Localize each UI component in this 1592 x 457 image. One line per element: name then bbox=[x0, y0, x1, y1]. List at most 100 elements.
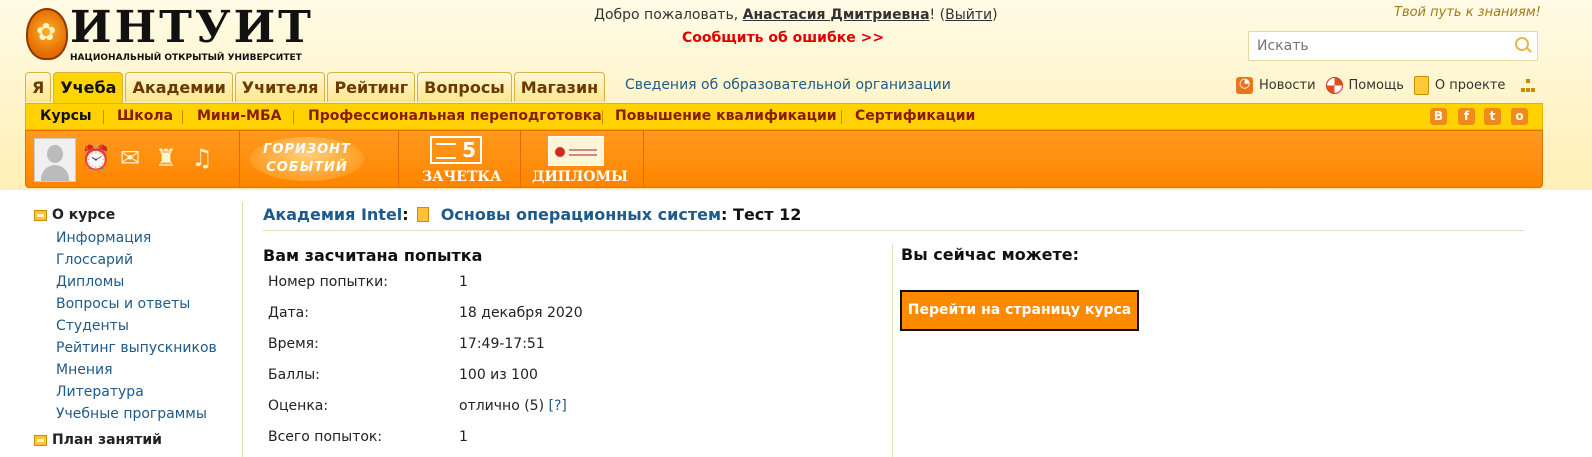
sidebar-item-programs[interactable]: Учебные программы bbox=[56, 403, 240, 425]
breadcrumb-academy[interactable]: Академия Intel bbox=[263, 205, 402, 224]
record-book-icon[interactable]: 5 bbox=[430, 136, 482, 164]
logo-emblem-icon bbox=[26, 8, 68, 60]
diplomas-label[interactable]: ДИПЛОМЫ bbox=[532, 169, 628, 185]
help-label: Помощь bbox=[1348, 78, 1404, 93]
table-row: Оценка: отлично (5) [?] bbox=[264, 390, 587, 421]
tab-academies[interactable]: Академии bbox=[125, 72, 233, 102]
logout-link[interactable]: Выйти bbox=[945, 7, 992, 23]
toolbar-separator bbox=[239, 131, 240, 187]
detail-key: Оценка: bbox=[268, 397, 329, 414]
detail-key: Дата: bbox=[268, 304, 309, 321]
user-toolbar: ⏰ ✉ ♜ ♫ ГОРИЗОНТ СОБЫТИЙ 5 ЗАЧЕТКА ДИПЛО… bbox=[25, 130, 1543, 188]
subnav-retraining[interactable]: Профессиональная переподготовка bbox=[308, 104, 602, 129]
horizon-line1: ГОРИЗОНТ bbox=[263, 142, 351, 157]
search-icon[interactable] bbox=[1515, 37, 1529, 51]
envelope-icon[interactable]: ✉ bbox=[116, 143, 144, 173]
table-row: Всего попыток: 1 bbox=[264, 421, 587, 452]
sidebar-item-glossary[interactable]: Глоссарий bbox=[56, 249, 240, 271]
news-link[interactable]: Новости bbox=[1236, 76, 1316, 94]
about-link[interactable]: О проекте bbox=[1413, 76, 1506, 95]
welcome-prefix: Добро пожаловать, bbox=[594, 7, 739, 23]
subnav-separator bbox=[182, 110, 183, 124]
document-icon bbox=[1413, 76, 1429, 95]
subnav-mini-mba[interactable]: Мини-МБА bbox=[197, 104, 281, 129]
search-input[interactable] bbox=[1249, 32, 1515, 60]
diploma-icon[interactable] bbox=[548, 136, 604, 166]
sidebar-item-students[interactable]: Студенты bbox=[56, 315, 240, 337]
sidebar-item-opinions[interactable]: Мнения bbox=[56, 359, 240, 381]
subnav-separator bbox=[103, 110, 104, 124]
sidebar-section-plan[interactable]: План занятий bbox=[34, 431, 240, 449]
toolbar-separator bbox=[520, 131, 521, 187]
sub-navigation: Курсы Школа Мини-МБА Профессиональная пе… bbox=[25, 103, 1543, 130]
about-label: О проекте bbox=[1434, 78, 1506, 93]
subnav-separator bbox=[293, 110, 294, 124]
subnav-school[interactable]: Школа bbox=[117, 104, 173, 129]
tab-questions[interactable]: Вопросы bbox=[417, 72, 512, 102]
detail-value: 1 bbox=[459, 428, 468, 445]
subnav-separator bbox=[602, 110, 603, 124]
tab-teachers[interactable]: Учителя bbox=[234, 72, 326, 102]
tab-shop[interactable]: Магазин bbox=[513, 72, 606, 102]
breadcrumb-course[interactable]: Основы операционных систем bbox=[441, 205, 721, 224]
main-tabs: Я Учеба Академии Учителя Рейтинг Вопросы… bbox=[25, 72, 606, 103]
facebook-icon[interactable]: f bbox=[1458, 108, 1475, 125]
go-to-course-button[interactable]: Перейти на страницу курса bbox=[900, 290, 1139, 331]
sidebar-divider bbox=[242, 202, 243, 457]
user-name-link[interactable]: Анастасия Дмитриевна bbox=[743, 7, 930, 23]
grade-help-link[interactable]: [?] bbox=[549, 398, 567, 414]
report-error-link[interactable]: Сообщить об ошибке >> bbox=[682, 30, 884, 46]
folder-icon bbox=[34, 209, 47, 221]
sidebar-item-qa[interactable]: Вопросы и ответы bbox=[56, 293, 240, 315]
actions-title: Вы сейчас можете: bbox=[901, 245, 1079, 264]
alarm-clock-icon[interactable]: ⏰ bbox=[81, 143, 111, 173]
sidebar-item-literature[interactable]: Литература bbox=[56, 381, 240, 403]
sitemap-icon[interactable] bbox=[1521, 78, 1536, 93]
bell-icon[interactable]: ♫ bbox=[188, 143, 216, 173]
sidebar-item-diplomas[interactable]: Дипломы bbox=[56, 271, 240, 293]
column-divider bbox=[892, 244, 893, 457]
breadcrumb: Академия Intel: Основы операционных сист… bbox=[263, 205, 801, 224]
breadcrumb-colon: : bbox=[721, 205, 728, 224]
logout-close: ) bbox=[992, 7, 998, 23]
tab-study[interactable]: Учеба bbox=[53, 72, 124, 103]
breadcrumb-test: Тест 12 bbox=[733, 205, 802, 224]
record-book-label[interactable]: ЗАЧЕТКА bbox=[422, 169, 502, 185]
events-horizon-button[interactable]: ГОРИЗОНТ СОБЫТИЙ bbox=[250, 137, 364, 181]
header-right-links: Новости Помощь О проекте bbox=[1236, 76, 1536, 95]
sidebar-item-info[interactable]: Информация bbox=[56, 227, 240, 249]
breadcrumb-colon: : bbox=[402, 205, 409, 224]
breadcrumb-divider bbox=[263, 230, 1524, 231]
subnav-qualification[interactable]: Повышение квалификации bbox=[615, 104, 837, 129]
grade-value: отлично (5) bbox=[459, 397, 545, 414]
gift-icon[interactable]: ♜ bbox=[152, 143, 180, 173]
detail-key: Баллы: bbox=[268, 366, 320, 383]
course-sidebar: О курсе Информация Глоссарий Дипломы Воп… bbox=[34, 206, 240, 449]
subnav-certifications[interactable]: Сертификации bbox=[855, 104, 975, 129]
slogan: Твой путь к знаниям! bbox=[1394, 5, 1541, 20]
welcome-excl: ! bbox=[929, 7, 936, 23]
news-label: Новости bbox=[1259, 78, 1316, 93]
search-box bbox=[1248, 31, 1538, 61]
vk-icon[interactable]: В bbox=[1430, 108, 1447, 125]
odnoklassniki-icon[interactable]: o bbox=[1511, 108, 1528, 125]
sidebar-section-about: О курсе bbox=[34, 206, 240, 224]
intuit-logo[interactable]: ИНТУИТ НАЦИОНАЛЬНЫЙ ОТКРЫТЫЙ УНИВЕРСИТЕТ bbox=[26, 2, 311, 64]
detail-value: 17:49-17:51 bbox=[459, 335, 545, 352]
help-link[interactable]: Помощь bbox=[1325, 77, 1404, 94]
twitter-icon[interactable]: t bbox=[1484, 108, 1501, 125]
attempt-details-table: Номер попытки: 1 Дата: 18 декабря 2020 В… bbox=[264, 266, 587, 452]
tab-me[interactable]: Я bbox=[25, 72, 52, 102]
detail-value: 18 декабря 2020 bbox=[459, 304, 583, 321]
folder-icon bbox=[34, 434, 47, 446]
tab-rating[interactable]: Рейтинг bbox=[327, 72, 416, 102]
logo-word: ИНТУИТ bbox=[70, 2, 314, 53]
table-row: Баллы: 100 из 100 bbox=[264, 359, 587, 390]
detail-key: Номер попытки: bbox=[268, 273, 388, 290]
toolbar-separator bbox=[643, 131, 644, 187]
sidebar-item-graduates-rating[interactable]: Рейтинг выпускников bbox=[56, 337, 240, 359]
sidebar-section-plan-label: План занятий bbox=[52, 432, 162, 448]
org-info-link[interactable]: Сведения об образовательной организации bbox=[625, 77, 951, 93]
subnav-courses[interactable]: Курсы bbox=[40, 104, 92, 129]
avatar[interactable] bbox=[34, 138, 76, 182]
